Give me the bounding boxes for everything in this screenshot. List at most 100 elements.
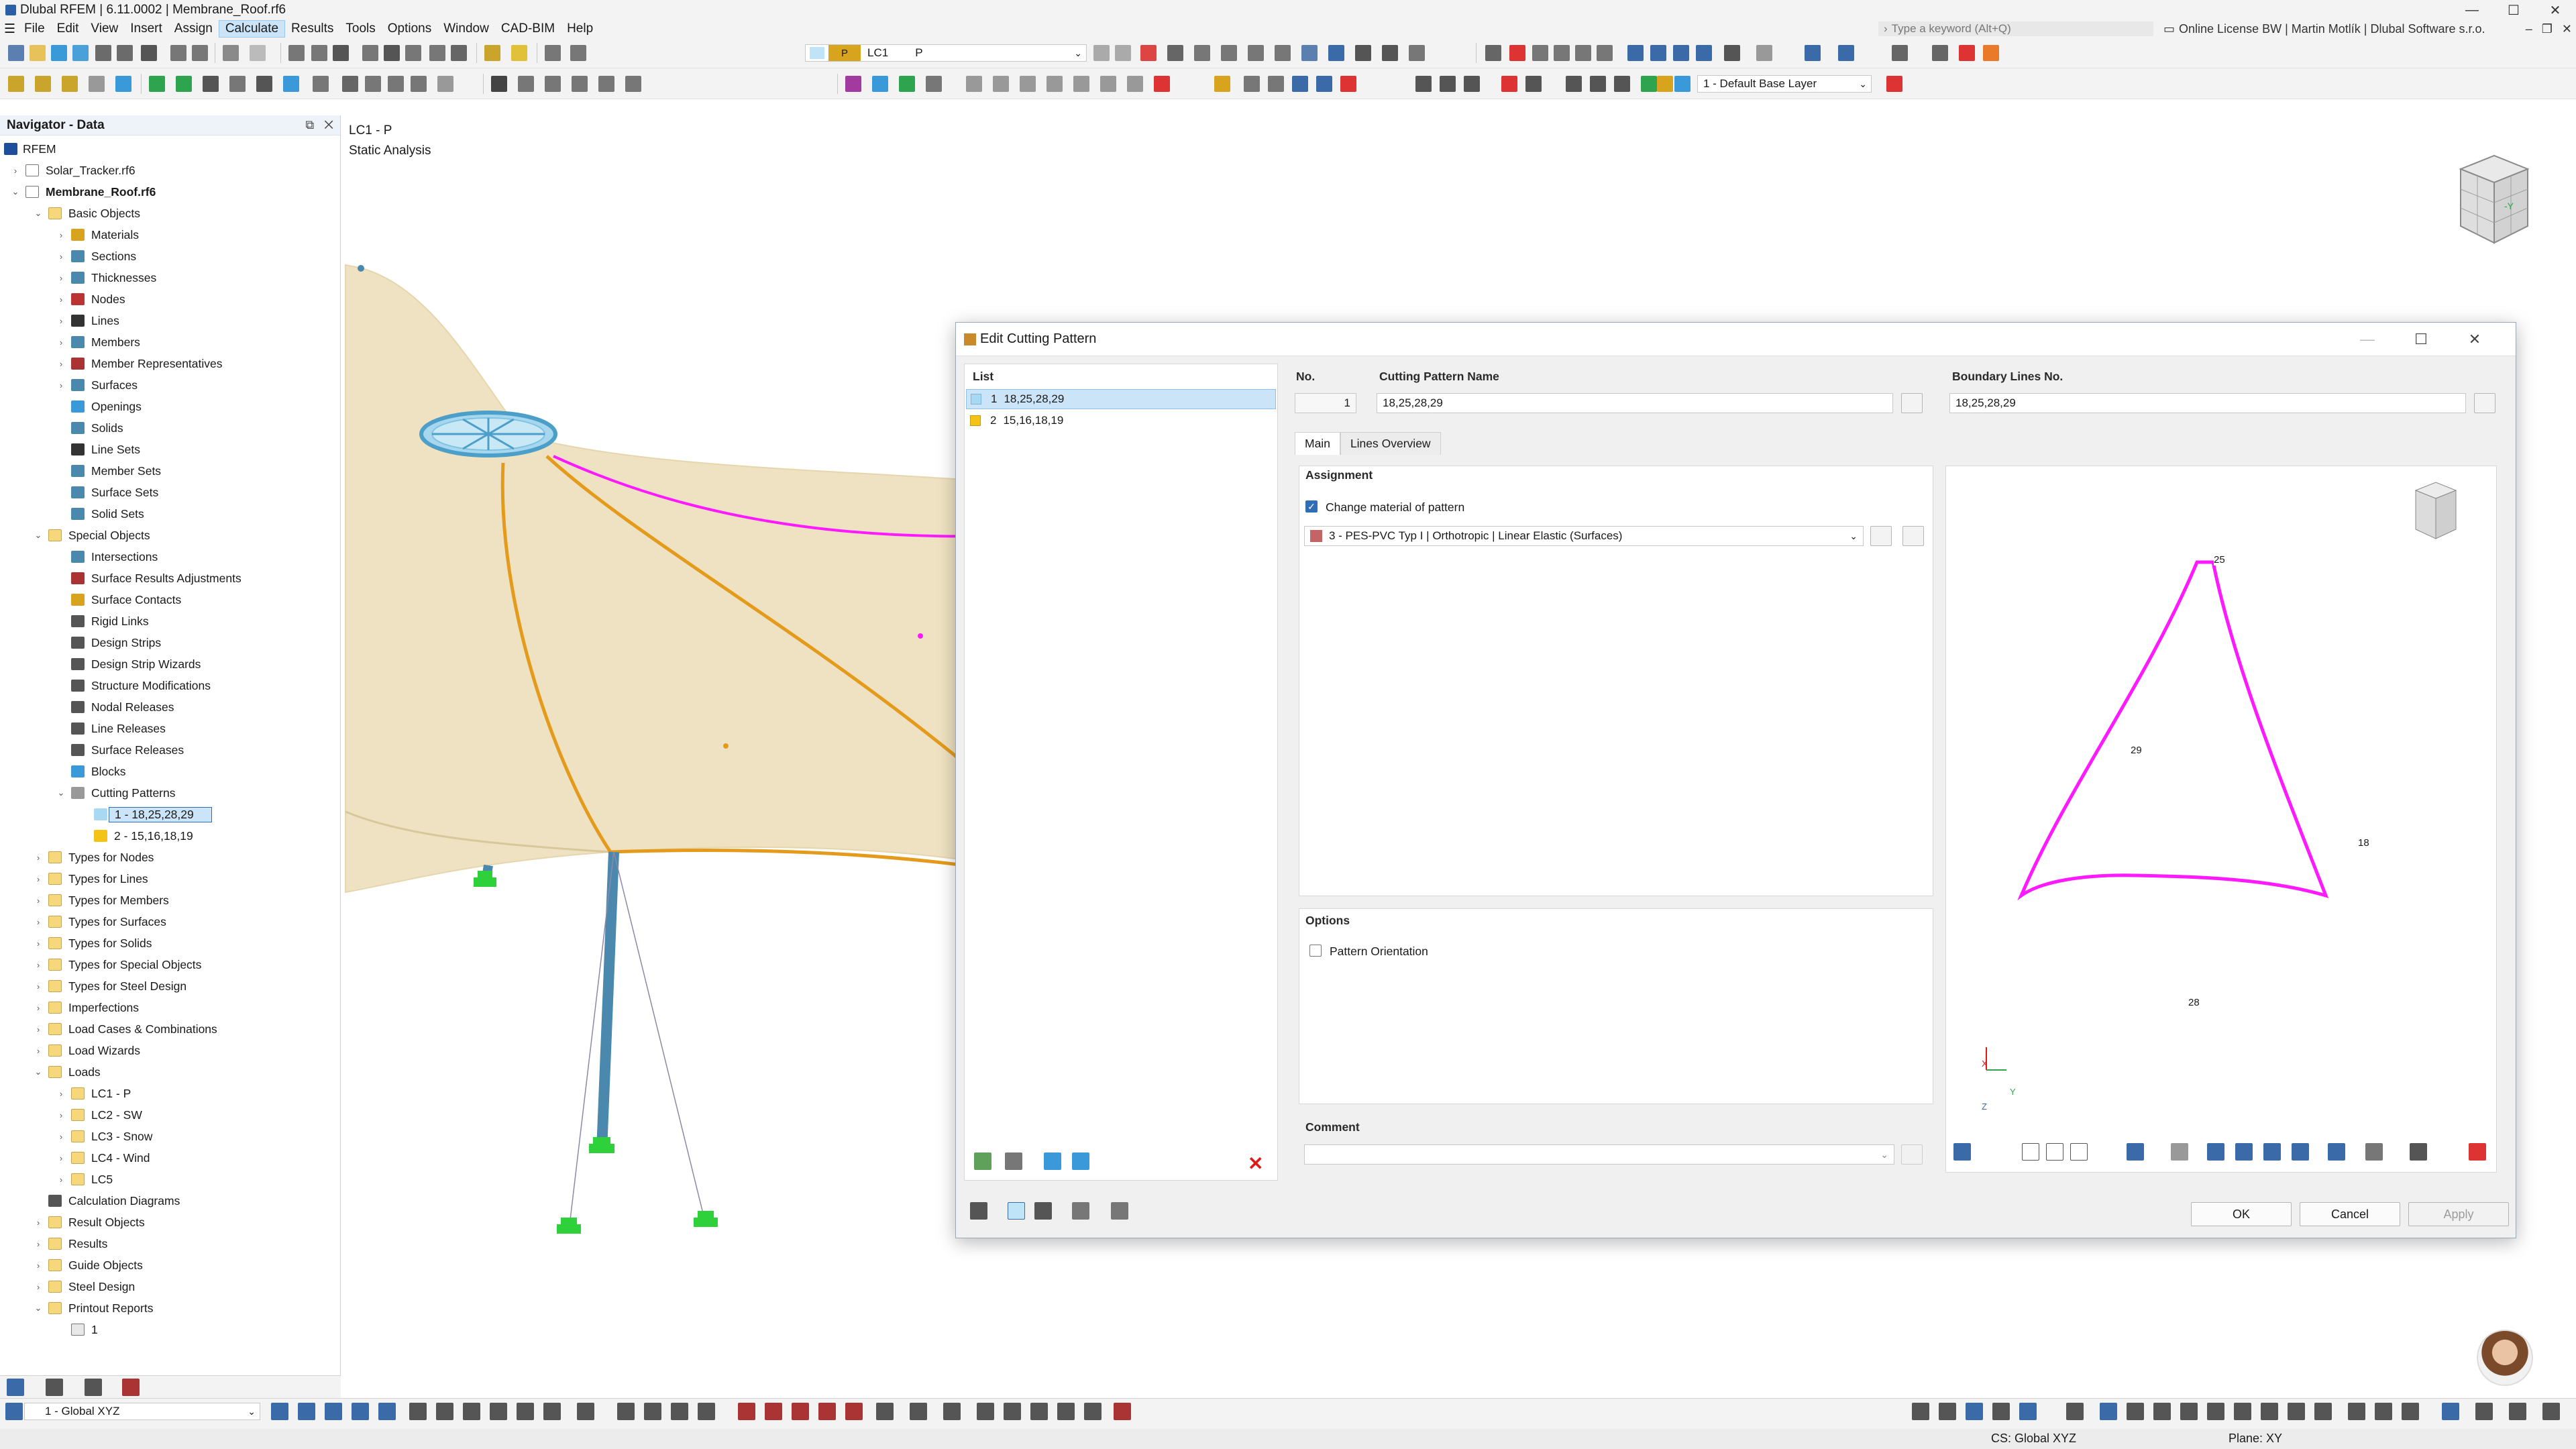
nav-tree-item[interactable]: ⌄Loads xyxy=(0,1061,341,1083)
chevron-right-icon[interactable]: › xyxy=(32,960,44,970)
status-tool-17-icon[interactable] xyxy=(2375,1403,2392,1420)
menu-results[interactable]: Results xyxy=(285,20,339,38)
dim-angle-icon[interactable] xyxy=(792,1403,809,1420)
nav-tree-item[interactable]: ›Result Objects xyxy=(0,1212,341,1233)
chevron-right-icon[interactable]: › xyxy=(32,874,44,884)
layer-clear-icon[interactable] xyxy=(1886,76,1902,92)
nav-tree-item[interactable]: Surface Sets xyxy=(0,482,341,503)
top-tool-icon[interactable] xyxy=(352,1403,369,1420)
nav-tree-item[interactable]: ›Solar_Tracker.rf6 xyxy=(0,160,341,181)
close-icon[interactable]: ✕ xyxy=(2534,0,2576,20)
menu-help[interactable]: Help xyxy=(561,20,599,38)
edit-name-button[interactable] xyxy=(1901,393,1923,413)
chevron-right-icon[interactable]: › xyxy=(32,896,44,906)
menu-window[interactable]: Window xyxy=(437,20,495,38)
copy-icon[interactable] xyxy=(545,76,561,92)
pattern-list-icon[interactable] xyxy=(1046,76,1063,92)
new-pattern-icon[interactable] xyxy=(974,1152,991,1170)
status-tool-1-icon[interactable] xyxy=(1912,1403,1929,1420)
snap-mid-icon[interactable] xyxy=(1004,1403,1021,1420)
chevron-right-icon[interactable]: › xyxy=(32,1046,44,1056)
nav-tree-item[interactable]: Structure Modifications xyxy=(0,675,341,696)
dxf-icon[interactable] xyxy=(437,76,453,92)
nav-tree-item[interactable]: ›Imperfections xyxy=(0,997,341,1018)
pattern-orientation-checkbox[interactable] xyxy=(1309,945,1322,957)
pattern-edit-icon[interactable] xyxy=(1020,76,1036,92)
chevron-right-icon[interactable]: › xyxy=(32,938,44,949)
new-model-icon[interactable] xyxy=(8,45,24,61)
chevron-right-icon[interactable]: › xyxy=(55,273,67,283)
nodal-load-icon[interactable] xyxy=(1167,45,1183,61)
member-load-icon[interactable] xyxy=(1194,45,1210,61)
navigator-pin-icon[interactable]: ⧉ ✕ xyxy=(305,118,333,132)
print-graphic-icon[interactable] xyxy=(192,45,208,61)
section-view-icon[interactable] xyxy=(1382,45,1398,61)
deformation-icon[interactable] xyxy=(1355,45,1371,61)
next-loadcase-icon[interactable] xyxy=(1115,45,1131,61)
nav-tree-item[interactable]: ⌄Printout Reports xyxy=(0,1297,341,1319)
zoom-all-icon[interactable] xyxy=(409,1403,427,1420)
dialog-minimize-icon[interactable]: — xyxy=(2341,323,2394,356)
menu-calculate[interactable]: Calculate xyxy=(219,20,285,38)
nav-tree-item[interactable]: ›LC3 - Snow xyxy=(0,1126,341,1147)
layer-color-icon[interactable] xyxy=(1674,76,1690,92)
previous-loadcase-icon[interactable] xyxy=(1093,45,1110,61)
nav-tree-item[interactable]: Blocks xyxy=(0,761,341,782)
layer-active-icon[interactable] xyxy=(1641,76,1657,92)
membrane-icon[interactable] xyxy=(872,76,888,92)
section-tool-icon[interactable] xyxy=(256,76,272,92)
pattern-list-item[interactable]: 2 15,16,18,19 xyxy=(966,411,1276,431)
cable-icon[interactable] xyxy=(926,76,942,92)
mdi-close-icon[interactable]: ✕ xyxy=(2562,22,2572,36)
nav-tree-item[interactable]: ›Members xyxy=(0,331,341,353)
rotate-icon[interactable] xyxy=(1650,45,1666,61)
move-icon[interactable] xyxy=(1627,45,1644,61)
view-z-icon[interactable] xyxy=(2263,1143,2281,1161)
pick-lines-button[interactable] xyxy=(2474,393,2496,413)
pattern-delete-icon[interactable] xyxy=(1154,76,1170,92)
layer-icon[interactable] xyxy=(1566,76,1582,92)
pattern-orientation-icon[interactable] xyxy=(1073,76,1089,92)
nav-tree-item[interactable]: ›Materials xyxy=(0,224,341,246)
chevron-right-icon[interactable]: › xyxy=(55,230,67,240)
chevron-down-icon[interactable]: ⌄ xyxy=(32,208,44,219)
function-icon[interactable] xyxy=(1111,1202,1128,1220)
nav-tree-item[interactable]: Intersections xyxy=(0,546,341,568)
circle-draw-icon[interactable] xyxy=(698,1403,715,1420)
imperfection-icon[interactable] xyxy=(313,76,329,92)
nav-tree-item[interactable]: Surface Contacts xyxy=(0,589,341,610)
status-tool-16-icon[interactable] xyxy=(2348,1403,2365,1420)
views-tab-icon[interactable] xyxy=(85,1379,102,1396)
pattern-preview-panel[interactable] xyxy=(1945,466,2497,1173)
menu-view[interactable]: View xyxy=(85,20,124,38)
print-preview-icon[interactable] xyxy=(2410,1143,2427,1161)
redo-icon[interactable] xyxy=(250,45,266,61)
view-combo[interactable]: 1 - Global XYZ ⌄ xyxy=(24,1403,260,1420)
chevron-down-icon[interactable]: ⌄ xyxy=(32,1067,44,1077)
dialog-close-icon[interactable]: ✕ xyxy=(2448,323,2502,356)
table-icon[interactable] xyxy=(311,45,327,61)
selection-icon[interactable] xyxy=(342,76,358,92)
axis-icon[interactable] xyxy=(333,45,349,61)
filter-icon[interactable] xyxy=(491,76,507,92)
chevron-right-icon[interactable]: › xyxy=(55,1110,67,1120)
view-icon[interactable] xyxy=(518,76,534,92)
layer-lock-icon[interactable] xyxy=(1614,76,1630,92)
assistant-avatar[interactable] xyxy=(2477,1330,2533,1386)
pattern-name-field[interactable]: 18,25,28,29 xyxy=(1377,393,1893,413)
comment-edit-button[interactable] xyxy=(1901,1144,1923,1165)
preview-settings-icon[interactable] xyxy=(1953,1143,1971,1161)
app-menu-icon[interactable]: ☰ xyxy=(0,20,18,38)
calculate-icon[interactable] xyxy=(384,45,400,61)
status-tool-2-icon[interactable] xyxy=(1939,1403,1956,1420)
nav-tree-item[interactable]: Line Releases xyxy=(0,718,341,739)
solid-tool-icon[interactable] xyxy=(229,76,246,92)
spline-draw-icon[interactable] xyxy=(671,1403,688,1420)
mirror-icon[interactable] xyxy=(1673,45,1689,61)
reset-view-icon[interactable] xyxy=(2469,1143,2486,1161)
divide-icon[interactable] xyxy=(572,76,588,92)
nav-tree-item[interactable]: ›LC1 - P xyxy=(0,1083,341,1104)
chevron-right-icon[interactable]: › xyxy=(32,1239,44,1249)
layer-light-icon[interactable] xyxy=(1657,76,1673,92)
snap-end-icon[interactable] xyxy=(977,1403,994,1420)
